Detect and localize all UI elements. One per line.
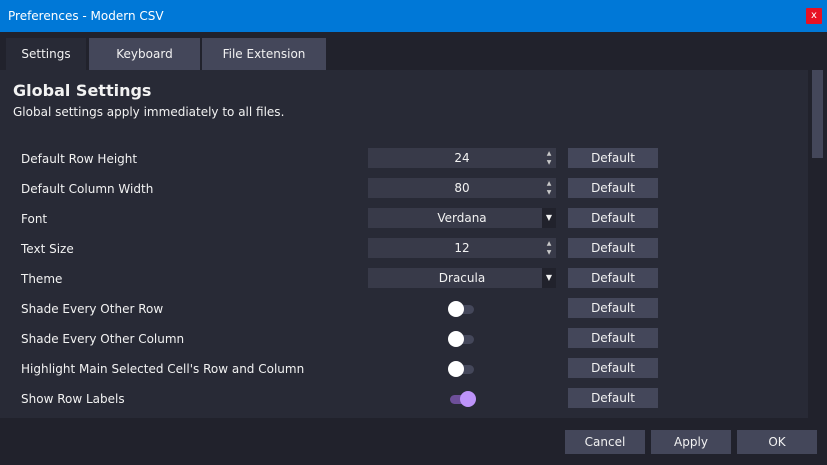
- default-button[interactable]: Default: [568, 298, 658, 318]
- setting-row-default-row-height: Default Row Height 24 ▲ ▼ Default: [0, 145, 808, 175]
- chevron-down-icon[interactable]: ▼: [542, 268, 556, 288]
- spin-down-icon[interactable]: ▼: [544, 248, 554, 257]
- tab-settings[interactable]: Settings: [6, 38, 86, 70]
- spin-up-icon[interactable]: ▲: [544, 239, 554, 248]
- setting-row-shade-rows: Shade Every Other Row Default: [0, 295, 808, 325]
- default-button[interactable]: Default: [568, 208, 658, 228]
- text-size-spinbox[interactable]: 12 ▲ ▼: [368, 238, 556, 258]
- spin-down-icon[interactable]: ▼: [544, 188, 554, 197]
- section-subtitle: Global settings apply immediately to all…: [13, 105, 285, 119]
- title-bar: Preferences - Modern CSV x: [0, 0, 827, 32]
- chevron-down-icon[interactable]: ▼: [542, 208, 556, 228]
- cancel-button[interactable]: Cancel: [565, 430, 645, 454]
- settings-panel: Global Settings Global settings apply im…: [0, 70, 808, 418]
- theme-dropdown[interactable]: Dracula ▼: [368, 268, 556, 288]
- setting-row-text-size: Text Size 12 ▲ ▼ Default: [0, 235, 808, 265]
- setting-row-default-column-width: Default Column Width 80 ▲ ▼ Default: [0, 175, 808, 205]
- ok-button[interactable]: OK: [737, 430, 817, 454]
- spinbox-arrows[interactable]: ▲ ▼: [544, 179, 554, 197]
- spinbox-arrows[interactable]: ▲ ▼: [544, 149, 554, 167]
- default-button[interactable]: Default: [568, 358, 658, 378]
- default-button[interactable]: Default: [568, 178, 658, 198]
- toggle-knob: [448, 331, 464, 347]
- toggle-knob: [460, 391, 476, 407]
- setting-label: Default Column Width: [21, 182, 154, 196]
- spinbox-value: 24: [454, 151, 470, 165]
- setting-label: Show Row Labels: [21, 392, 125, 406]
- window-title: Preferences - Modern CSV: [8, 9, 164, 23]
- scrollbar-thumb[interactable]: [812, 70, 823, 158]
- setting-row-show-row-labels: Show Row Labels Default: [0, 385, 808, 415]
- setting-row-font: Font Verdana ▼ Default: [0, 205, 808, 235]
- tab-bar: Settings Keyboard Shortcuts File Extensi…: [0, 32, 827, 93]
- setting-row-theme: Theme Dracula ▼ Default: [0, 265, 808, 295]
- shade-columns-toggle[interactable]: [448, 331, 476, 347]
- default-button[interactable]: Default: [568, 328, 658, 348]
- spinbox-value: 80: [454, 181, 470, 195]
- default-button[interactable]: Default: [568, 388, 658, 408]
- spinbox-arrows[interactable]: ▲ ▼: [544, 239, 554, 257]
- toggle-knob: [448, 361, 464, 377]
- spinbox-value: 12: [454, 241, 470, 255]
- dropdown-value: Dracula: [438, 271, 486, 285]
- section-title: Global Settings: [13, 81, 152, 100]
- setting-row-highlight-selection: Highlight Main Selected Cell's Row and C…: [0, 355, 808, 385]
- column-width-spinbox[interactable]: 80 ▲ ▼: [368, 178, 556, 198]
- row-height-spinbox[interactable]: 24 ▲ ▼: [368, 148, 556, 168]
- default-button[interactable]: Default: [568, 238, 658, 258]
- default-button[interactable]: Default: [568, 148, 658, 168]
- dropdown-value: Verdana: [437, 211, 487, 225]
- apply-button[interactable]: Apply: [651, 430, 731, 454]
- highlight-selection-toggle[interactable]: [448, 361, 476, 377]
- font-dropdown[interactable]: Verdana ▼: [368, 208, 556, 228]
- spin-up-icon[interactable]: ▲: [544, 149, 554, 158]
- spin-up-icon[interactable]: ▲: [544, 179, 554, 188]
- dialog-footer: Cancel Apply OK: [0, 418, 827, 465]
- toggle-knob: [448, 301, 464, 317]
- shade-rows-toggle[interactable]: [448, 301, 476, 317]
- spin-down-icon[interactable]: ▼: [544, 158, 554, 167]
- close-button[interactable]: x: [806, 8, 822, 24]
- setting-row-shade-columns: Shade Every Other Column Default: [0, 325, 808, 355]
- setting-label: Highlight Main Selected Cell's Row and C…: [21, 362, 305, 376]
- setting-label: Default Row Height: [21, 152, 138, 166]
- setting-label: Shade Every Other Column: [21, 332, 185, 346]
- setting-label: Text Size: [21, 242, 74, 256]
- setting-label: Font: [21, 212, 48, 226]
- setting-label: Theme: [21, 272, 63, 286]
- show-row-labels-toggle[interactable]: [448, 391, 476, 407]
- setting-label: Shade Every Other Row: [21, 302, 164, 316]
- tab-file-extension-options[interactable]: File Extension Options: [202, 38, 326, 93]
- tab-keyboard-shortcuts[interactable]: Keyboard Shortcuts: [89, 38, 200, 93]
- default-button[interactable]: Default: [568, 268, 658, 288]
